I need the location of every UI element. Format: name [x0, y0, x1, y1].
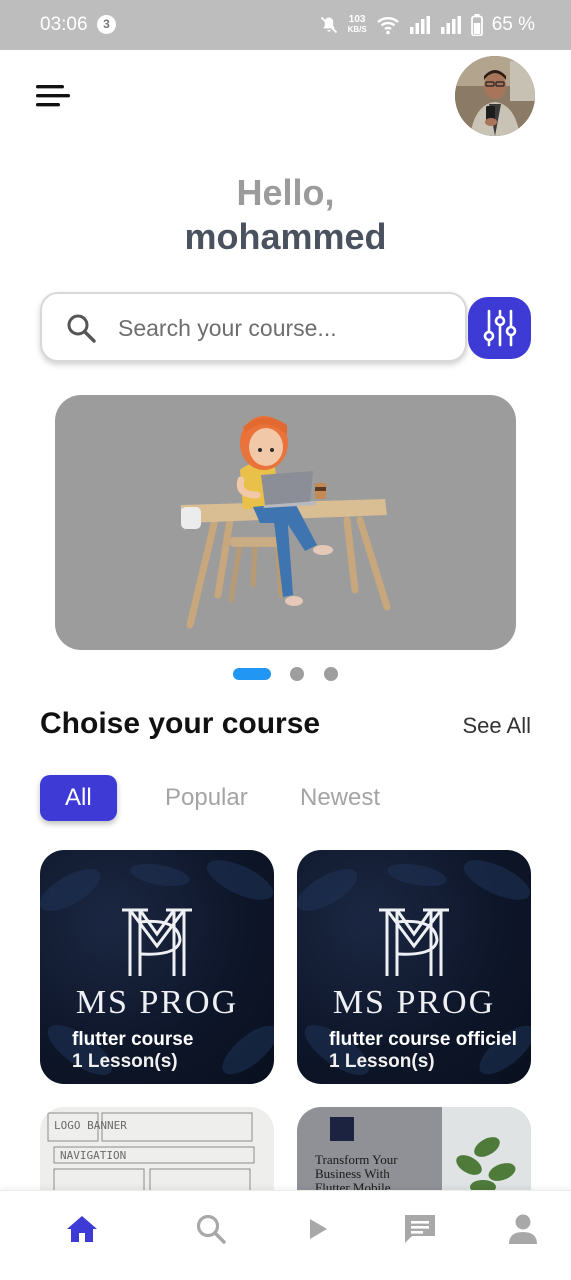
carousel-indicator: [0, 667, 571, 681]
network-speed: 103 KB/S: [348, 15, 367, 35]
sliders-icon: [483, 309, 516, 347]
person-icon: [509, 1214, 537, 1244]
course-lessons: 1 Lesson(s): [329, 1051, 435, 1072]
tab-newest[interactable]: Newest: [300, 775, 380, 821]
status-time: 03:06: [40, 14, 88, 35]
course-brand: MS PROG: [332, 984, 496, 1021]
course-title: flutter course officiel: [329, 1029, 517, 1050]
course-title: flutter course: [72, 1029, 194, 1050]
promo-text: Transform Your Business With Flutter Mob…: [315, 1152, 398, 1195]
status-bar: 03:06 3 103 KB/S 65 %: [0, 0, 571, 50]
greeting-username: mohammed: [184, 216, 387, 257]
carousel-dot-2[interactable]: [290, 667, 304, 681]
nav-play[interactable]: [298, 1209, 338, 1249]
signal-icon-2: [440, 16, 461, 34]
signal-icon: [409, 16, 430, 34]
avatar[interactable]: [455, 56, 535, 136]
ms-logo-icon: [122, 908, 192, 976]
tab-all[interactable]: All: [40, 775, 117, 821]
play-icon: [310, 1219, 327, 1239]
home-icon: [67, 1216, 97, 1242]
sketch-text-line: LOGO BANNER: [54, 1119, 127, 1132]
bottom-navigation: [0, 1190, 571, 1280]
carousel-dot-1[interactable]: [233, 668, 271, 680]
menu-icon[interactable]: [34, 83, 70, 109]
wifi-icon: [376, 17, 399, 35]
greeting-hello: Hello,: [236, 172, 335, 213]
carousel-dot-3[interactable]: [324, 667, 338, 681]
course-brand: MS PROG: [75, 984, 239, 1021]
course-lessons: 1 Lesson(s): [72, 1051, 178, 1072]
avatar-photo: [455, 56, 535, 136]
battery-percent: 65 %: [491, 14, 535, 35]
tab-popular[interactable]: Popular: [165, 775, 248, 821]
ms-logo-icon: [379, 908, 449, 976]
search-icon: [67, 314, 96, 343]
nav-home[interactable]: [62, 1209, 102, 1249]
search-input[interactable]: [118, 306, 448, 350]
notification-count-badge: 3: [97, 15, 116, 34]
nav-chat[interactable]: [400, 1209, 440, 1249]
search-box[interactable]: [40, 292, 467, 362]
course-card[interactable]: MS PROG flutter course 1 Lesson(s): [40, 850, 274, 1084]
battery-icon: [470, 14, 483, 36]
sketch-text-line: NAVIGATION: [60, 1149, 127, 1162]
status-icons: 103 KB/S 65 %: [319, 12, 535, 38]
course-card[interactable]: MS PROG flutter course officiel 1 Lesson…: [297, 850, 531, 1084]
network-speed-unit: KB/S: [347, 25, 367, 34]
carousel-banner[interactable]: [55, 395, 516, 650]
nav-search[interactable]: [191, 1209, 231, 1249]
girl-at-desk-illustration: [181, 416, 391, 629]
filter-button[interactable]: [468, 297, 531, 359]
search-icon: [196, 1214, 226, 1244]
nav-profile[interactable]: [503, 1209, 543, 1249]
chat-icon: [405, 1215, 435, 1243]
network-speed-value: 103: [348, 14, 366, 25]
see-all-link[interactable]: See All: [463, 713, 532, 739]
mute-icon: [320, 16, 337, 34]
section-title: Choise your course: [40, 707, 321, 740]
